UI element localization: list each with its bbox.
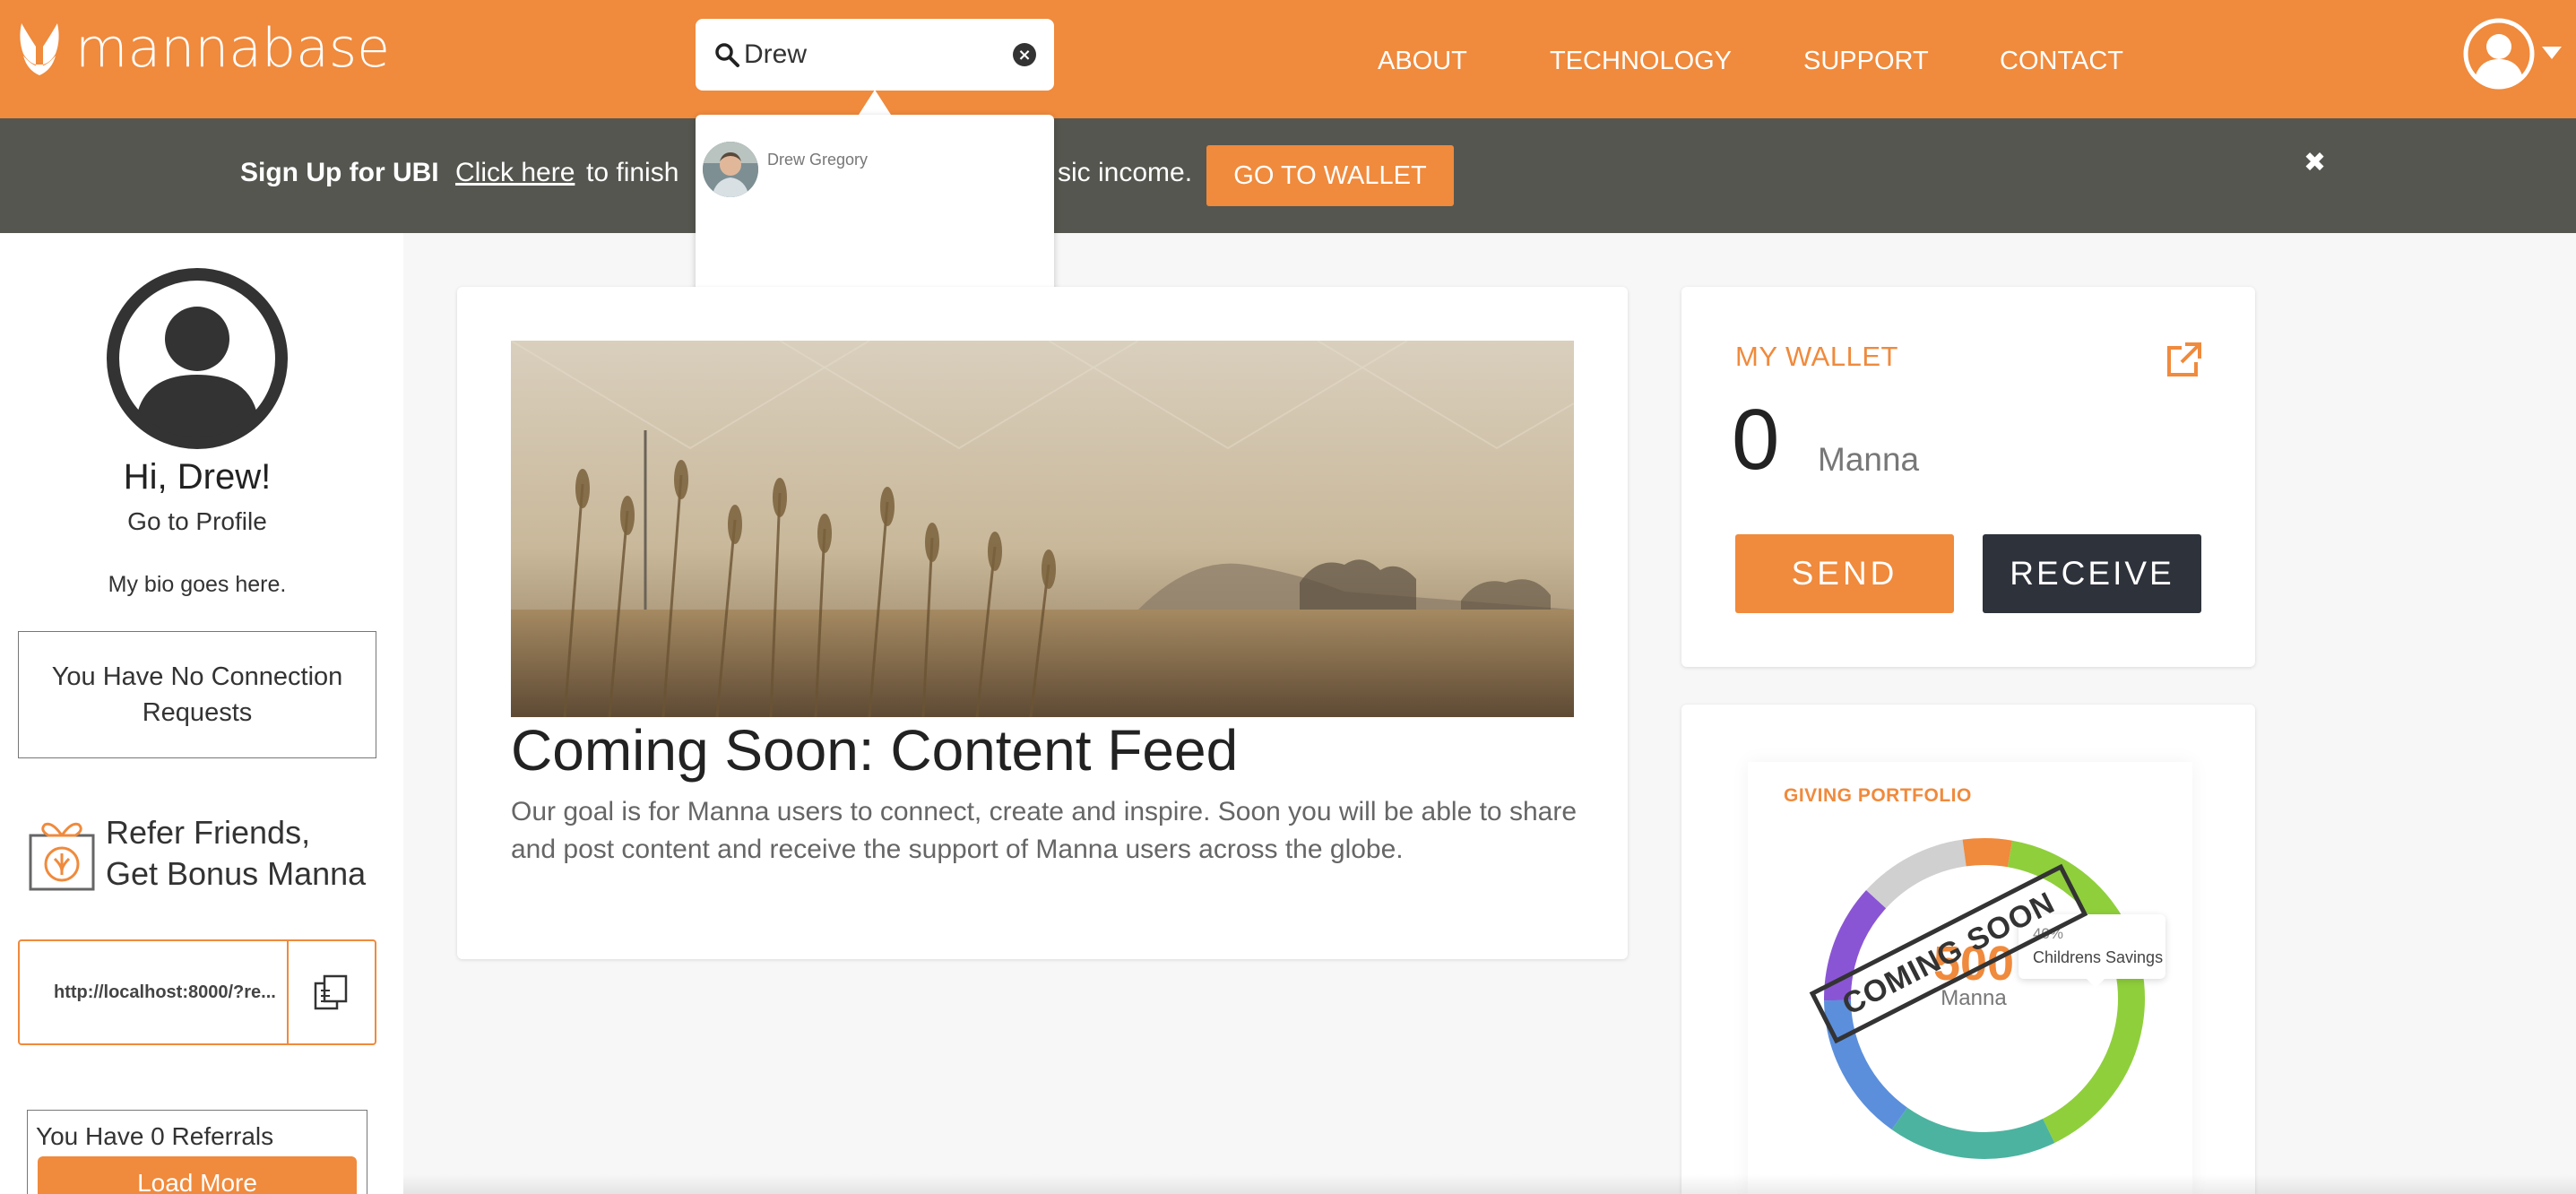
hero-image: [511, 341, 1574, 717]
bottom-shade: [403, 1174, 2576, 1194]
send-button[interactable]: SEND: [1735, 534, 1954, 613]
external-link-icon[interactable]: [2164, 341, 2203, 380]
giving-title: GIVING PORTFOLIO: [1784, 785, 1972, 806]
tooltip-pointer: [2087, 979, 2105, 988]
clear-search-icon[interactable]: ×: [1013, 43, 1036, 66]
search-box[interactable]: Drew ×: [696, 19, 1054, 91]
referral-url[interactable]: http://localhost:8000/?re...: [20, 941, 289, 1043]
load-more-button[interactable]: Load More: [38, 1156, 357, 1194]
close-icon[interactable]: ✖: [2304, 147, 2326, 178]
chevron-down-icon[interactable]: [2542, 47, 2562, 59]
nav-about[interactable]: ABOUT: [1378, 47, 1467, 76]
banner-text-tail: sic income.: [1058, 158, 1193, 187]
refer-line-2: Get Bonus Manna: [106, 855, 367, 892]
logo-text: mannabase: [75, 17, 391, 80]
search-input[interactable]: Drew: [744, 39, 1013, 70]
referrals-count: You Have 0 Referrals: [36, 1122, 274, 1150]
connection-requests-box: You Have No Connection Requests: [18, 631, 376, 758]
wallet-title: MY WALLET: [1735, 341, 1898, 372]
wallet-unit: Manna: [1818, 441, 1920, 478]
copy-button[interactable]: [289, 941, 375, 1043]
profile-avatar-icon[interactable]: [106, 267, 289, 450]
person-photo-icon: [703, 142, 758, 197]
search-icon: [715, 43, 739, 67]
banner-link[interactable]: Click here: [455, 158, 575, 188]
bio-text: My bio goes here.: [108, 572, 287, 597]
receive-button[interactable]: RECEIVE: [1983, 534, 2201, 613]
search-results-dropdown: Drew Gregory: [696, 115, 1054, 294]
copy-icon: [314, 974, 348, 1010]
banner-text: to finish: [586, 158, 679, 187]
result-avatar[interactable]: [703, 142, 758, 197]
mannabase-logo-icon: [20, 23, 59, 75]
refer-line-1: Refer Friends,: [106, 814, 311, 851]
wallet-balance: 0: [1732, 392, 1780, 488]
nav-contact[interactable]: CONTACT: [2000, 47, 2123, 76]
greeting: Hi, Drew!: [123, 457, 272, 497]
tooltip-label: Childrens Savings: [2033, 948, 2164, 966]
user-avatar-icon[interactable]: [2463, 18, 2535, 90]
nav-technology[interactable]: TECHNOLOGY: [1550, 47, 1732, 76]
logo[interactable]: mannabase: [16, 20, 390, 77]
dropdown-arrow: [859, 90, 891, 115]
banner-heading: Sign Up for UBI: [240, 158, 439, 187]
result-name[interactable]: Drew Gregory: [767, 151, 868, 169]
feed-title: Coming Soon: Content Feed: [511, 718, 1239, 783]
referral-link-box: http://localhost:8000/?re...: [18, 939, 376, 1045]
go-to-profile-link[interactable]: Go to Profile: [0, 507, 394, 536]
go-to-wallet-button[interactable]: GO TO WALLET: [1206, 145, 1454, 206]
refer-friends-text: Refer Friends, Get Bonus Manna: [106, 812, 366, 895]
feed-body: Our goal is for Manna users to connect, …: [511, 797, 1577, 864]
gift-icon: [29, 822, 95, 891]
nav-support[interactable]: SUPPORT: [1803, 47, 1929, 76]
